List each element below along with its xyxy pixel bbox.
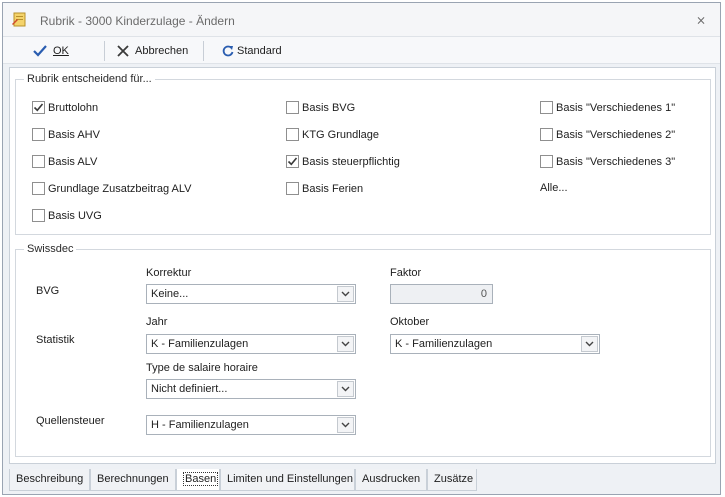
- checkbox-box[interactable]: [540, 101, 553, 114]
- ok-label: OK: [53, 45, 69, 57]
- oktober-select[interactable]: K - Familienzulagen: [390, 334, 600, 354]
- oktober-value: K - Familienzulagen: [395, 338, 493, 350]
- tab-berechnungen[interactable]: Berechnungen: [90, 469, 176, 491]
- checkbox-box[interactable]: [32, 101, 45, 114]
- tab-label: Limiten und Einstellungen: [227, 473, 353, 485]
- checkbox-basis-ahv[interactable]: Basis AHV: [32, 128, 100, 141]
- checkbox-box[interactable]: [32, 128, 45, 141]
- quellensteuer-label: Quellensteuer: [36, 415, 105, 427]
- checkbox-box[interactable]: [286, 101, 299, 114]
- standard-label: Standard: [237, 45, 282, 57]
- checkbox-ktg-grundlage[interactable]: KTG Grundlage: [286, 128, 379, 141]
- window-title: Rubrik - 3000 Kinderzulage - Ändern: [40, 14, 235, 28]
- tab-zusaetze[interactable]: Zusätze: [427, 469, 477, 491]
- checkbox-box[interactable]: [32, 209, 45, 222]
- chevron-down-icon[interactable]: [337, 286, 354, 302]
- quellensteuer-select[interactable]: H - Familienzulagen: [146, 415, 356, 435]
- checkbox-bruttolohn[interactable]: Bruttolohn: [32, 101, 98, 114]
- jahr-value: K - Familienzulagen: [151, 338, 249, 350]
- checkbox-box[interactable]: [540, 155, 553, 168]
- checkbox-verschiedenes-2[interactable]: Basis "Verschiedenes 2": [540, 128, 675, 141]
- checkbox-basis-uvg[interactable]: Basis UVG: [32, 209, 102, 222]
- statistik-label: Statistik: [36, 334, 75, 346]
- checkbox-label: Basis "Verschiedenes 1": [556, 101, 676, 114]
- checkbox-label: Grundlage Zusatzbeitrag ALV: [48, 182, 192, 195]
- checkbox-label: Basis BVG: [302, 101, 356, 114]
- checkbox-label: KTG Grundlage: [302, 128, 380, 141]
- korrektur-label: Korrektur: [146, 267, 192, 279]
- checkbox-verschiedenes-1[interactable]: Basis "Verschiedenes 1": [540, 101, 675, 114]
- tab-limiten-und-einstellungen[interactable]: Limiten und Einstellungen: [220, 469, 355, 491]
- checkbox-label: Bruttolohn: [48, 101, 99, 114]
- cancel-label: Abbrechen: [135, 45, 189, 57]
- checkbox-label: Basis steuerpflichtig: [302, 155, 400, 168]
- checkbox-box[interactable]: [32, 155, 45, 168]
- type-select[interactable]: Nicht definiert...: [146, 379, 356, 399]
- standard-button[interactable]: Standard: [222, 41, 282, 61]
- toolbar-separator: [104, 41, 105, 61]
- title-bar: Rubrik - 3000 Kinderzulage - Ändern ⨯: [3, 3, 720, 36]
- tab-basen[interactable]: Basen: [176, 469, 220, 491]
- checkbox-label: Basis Ferien: [302, 182, 364, 195]
- tab-ausdrucken[interactable]: Ausdrucken: [355, 469, 427, 491]
- toolbar-separator: [203, 41, 204, 61]
- korrektur-select[interactable]: Keine...: [146, 284, 356, 304]
- swissdec-group-legend: Swissdec: [27, 243, 74, 255]
- checkbox-basis-ferien[interactable]: Basis Ferien: [286, 182, 363, 195]
- tab-label: Berechnungen: [97, 473, 169, 485]
- checkbox-verschiedenes-3[interactable]: Basis "Verschiedenes 3": [540, 155, 675, 168]
- checkbox-box[interactable]: [286, 128, 299, 141]
- checkbox-basis-alv[interactable]: Basis ALV: [32, 155, 97, 168]
- toolbar: OK Abbrechen Standard: [3, 36, 720, 64]
- korrektur-value: Keine...: [151, 288, 189, 300]
- close-icon[interactable]: ⨯: [694, 13, 708, 27]
- bvg-label: BVG: [36, 285, 60, 297]
- checkbox-basis-bvg[interactable]: Basis BVG: [286, 101, 355, 114]
- type-label: Type de salaire horaire: [146, 362, 258, 374]
- checkbox-label: Basis ALV: [48, 155, 98, 168]
- tab-label: Ausdrucken: [362, 473, 421, 485]
- tab-label: Beschreibung: [16, 473, 84, 485]
- checkmark-icon: [33, 45, 47, 57]
- chevron-down-icon[interactable]: [337, 417, 354, 433]
- checkbox-grundlage-zusatzbeitrag-alv[interactable]: Grundlage Zusatzbeitrag ALV: [32, 182, 192, 195]
- chevron-down-icon[interactable]: [337, 336, 354, 352]
- tab-strip: Beschreibung Berechnungen Basen Limiten …: [9, 469, 716, 492]
- checkbox-label: Basis AHV: [48, 128, 100, 141]
- alle-link[interactable]: Alle...: [540, 182, 568, 194]
- faktor-label: Faktor: [390, 267, 422, 279]
- quellensteuer-value: H - Familienzulagen: [151, 419, 249, 431]
- oktober-label: Oktober: [390, 316, 430, 328]
- rubrik-group-legend: Rubrik entscheidend für...: [27, 73, 152, 85]
- tab-beschreibung[interactable]: Beschreibung: [9, 469, 90, 491]
- basen-panel: Rubrik entscheidend für... Bruttolohn Ba…: [9, 67, 716, 464]
- rubrik-group: Rubrik entscheidend für...: [15, 73, 711, 235]
- faktor-input[interactable]: 0: [390, 284, 493, 304]
- checkbox-box[interactable]: [286, 182, 299, 195]
- tab-label: Basen: [183, 472, 219, 486]
- checkbox-basis-steuerpflichtig[interactable]: Basis steuerpflichtig: [286, 155, 400, 168]
- chevron-down-icon[interactable]: [581, 336, 598, 352]
- checkbox-box[interactable]: [32, 182, 45, 195]
- reset-icon: [222, 45, 234, 57]
- chevron-down-icon[interactable]: [337, 381, 354, 397]
- checkbox-label: Basis UVG: [48, 209, 102, 222]
- dialog-window: Rubrik - 3000 Kinderzulage - Ändern ⨯ OK…: [2, 2, 721, 495]
- cancel-x-icon: [117, 45, 129, 57]
- swissdec-group: Swissdec: [15, 243, 711, 457]
- cancel-button[interactable]: Abbrechen: [117, 41, 188, 61]
- checkbox-box[interactable]: [286, 155, 299, 168]
- ok-button[interactable]: OK: [33, 41, 69, 61]
- jahr-select[interactable]: K - Familienzulagen: [146, 334, 356, 354]
- checkbox-label: Basis "Verschiedenes 2": [556, 128, 676, 141]
- jahr-label: Jahr: [146, 316, 168, 328]
- checkbox-label: Basis "Verschiedenes 3": [556, 155, 676, 168]
- type-value: Nicht definiert...: [151, 383, 228, 395]
- tab-label: Zusätze: [434, 473, 474, 485]
- checkbox-box[interactable]: [540, 128, 553, 141]
- app-icon: [11, 11, 27, 27]
